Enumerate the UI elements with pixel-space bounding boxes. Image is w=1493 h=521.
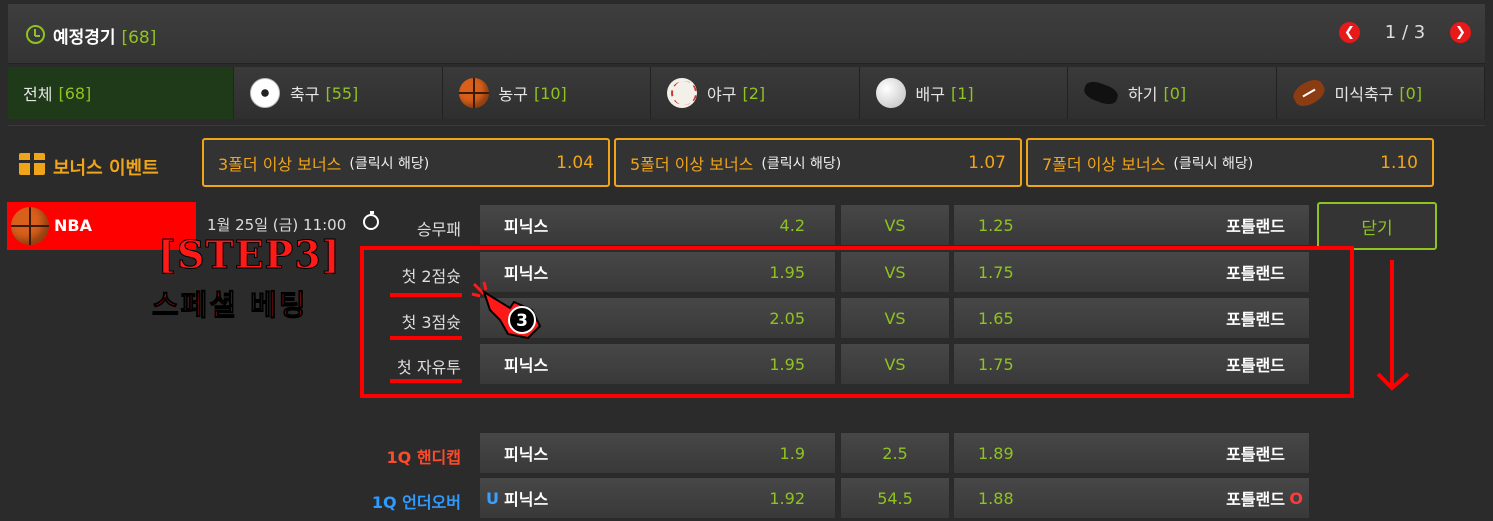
underline-mark: [390, 293, 462, 297]
under-icon: U: [486, 488, 499, 508]
bonus-event-row: 보너스 이벤트 3폴더 이상 보너스 (클릭시 해당) 1.04 5폴더 이상 보너…: [8, 125, 1485, 197]
tab-american-football[interactable]: 미식축구 [0]: [1276, 67, 1485, 119]
tab-soccer[interactable]: 축구 [55]: [234, 67, 443, 119]
home-odds-button[interactable]: 피닉스 4.2: [479, 204, 836, 246]
underline-mark: [390, 379, 462, 383]
bonus-3fold-button[interactable]: 3폴더 이상 보너스 (클릭시 해당) 1.04: [202, 138, 610, 187]
away-odds-button[interactable]: 1.88 포틀랜드 O: [953, 477, 1310, 519]
clock-icon: [26, 25, 45, 44]
bet-type-label: 1Q 언더오버: [371, 493, 461, 512]
step-annotation: [STEP3]: [158, 232, 341, 278]
american-football-icon: [1289, 75, 1328, 111]
draw-cell[interactable]: VS: [840, 204, 950, 246]
bet-type-label: 승무패: [416, 220, 461, 239]
next-page-button[interactable]: ❯: [1450, 22, 1471, 43]
step-subtitle: 스페셜 베팅: [152, 288, 308, 323]
gift-icon: [19, 153, 45, 175]
soccer-ball-icon: [250, 78, 280, 108]
page-title: 예정경기 [68]: [53, 28, 157, 48]
away-odds-button[interactable]: 1.25 포틀랜드: [953, 204, 1310, 246]
tab-volleyball[interactable]: 배구 [1]: [859, 67, 1068, 119]
pointer-hand-icon: 3: [471, 281, 542, 340]
header-bar: 예정경기 [68] ❮ 1 / 3 ❯: [8, 4, 1485, 64]
bonus-title: 보너스 이벤트: [53, 158, 159, 179]
basketball-icon: [458, 78, 489, 108]
bonus-7fold-button[interactable]: 7폴더 이상 보너스 (클릭시 해당) 1.10: [1026, 138, 1434, 187]
handicap-cell[interactable]: 2.5: [840, 432, 950, 474]
league-name: NBA: [54, 216, 92, 235]
hockey-puck-icon: [1081, 78, 1121, 108]
down-arrow-icon: [1376, 260, 1410, 391]
baseball-icon: [667, 78, 697, 108]
tab-hockey[interactable]: 하기 [0]: [1068, 67, 1277, 119]
tab-basketball[interactable]: 농구 [10]: [442, 67, 651, 119]
sport-tabs: 전체 [68] 축구 [55] 농구 [10] 야구 [2] 배구 [1] 하기 [0] 미…: [8, 67, 1485, 119]
basketball-icon: [11, 207, 49, 245]
home-odds-button[interactable]: 피닉스 1.9: [479, 432, 836, 474]
tab-all[interactable]: 전체 [68]: [8, 67, 234, 119]
tab-baseball[interactable]: 야구 [2]: [651, 67, 860, 119]
over-icon: O: [1289, 488, 1303, 508]
bet-type-label: 1Q 핸디캡: [386, 448, 461, 467]
volleyball-icon: [875, 78, 906, 108]
total-cell[interactable]: 54.5: [840, 477, 950, 519]
close-button[interactable]: 닫기: [1317, 202, 1437, 250]
prev-page-button[interactable]: ❮: [1339, 22, 1360, 43]
underline-mark: [390, 336, 462, 340]
home-odds-button[interactable]: U 피닉스 1.92: [479, 477, 836, 519]
step-number: 3: [516, 311, 528, 331]
page-indicator: 1 / 3: [1384, 22, 1426, 43]
bonus-5fold-button[interactable]: 5폴더 이상 보너스 (클릭시 해당) 1.07: [614, 138, 1022, 187]
pagination: ❮ 1 / 3 ❯: [1339, 22, 1471, 43]
away-odds-button[interactable]: 1.89 포틀랜드: [953, 432, 1310, 474]
